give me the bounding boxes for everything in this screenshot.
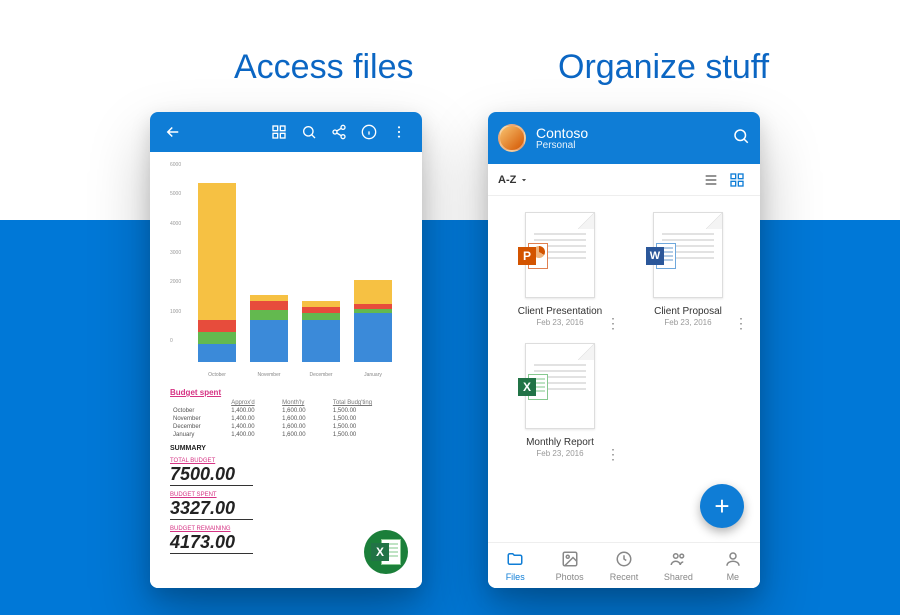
account-switcher[interactable]: Contoso Personal <box>536 126 732 151</box>
nav-label: Photos <box>556 572 584 582</box>
spreadsheet-preview[interactable]: 6000500040003000200010000 OctoberNovembe… <box>150 152 422 588</box>
info-icon[interactable] <box>354 117 384 147</box>
nav-me[interactable]: Me <box>706 543 760 588</box>
chart-bar <box>250 295 288 362</box>
nav-label: Shared <box>664 572 693 582</box>
excel-icon: X <box>371 537 401 567</box>
caption-organize-stuff: Organize stuff <box>558 48 769 87</box>
file-more-icon[interactable]: ⋮ <box>606 452 620 456</box>
share-icon[interactable] <box>324 117 354 147</box>
file-thumbnail: W <box>653 212 723 298</box>
budget-chart: 6000500040003000200010000 <box>170 162 408 362</box>
list-toolbar: A-Z <box>488 164 760 196</box>
chart-x-axis: OctoberNovemberDecemberJanuary <box>170 372 408 378</box>
summary-title: SUMMARY <box>170 445 408 452</box>
overflow-menu-icon[interactable] <box>384 117 414 147</box>
file-more-icon[interactable]: ⋮ <box>734 321 748 325</box>
nav-label: Recent <box>610 572 639 582</box>
table-row: October1,400.001,600.001,500.00 <box>170 407 408 415</box>
nav-shared[interactable]: Shared <box>651 543 705 588</box>
summary-value: 3327.00 <box>170 498 253 520</box>
account-type: Personal <box>536 140 732 151</box>
file-date: Feb 23, 2016 <box>536 318 583 327</box>
photo-icon <box>561 550 579 570</box>
avatar[interactable] <box>498 124 526 152</box>
table-row: January1,400.001,600.001,500.00 <box>170 431 408 439</box>
file-item[interactable]: P Client PresentationFeb 23, 2016 ⋮ <box>498 206 622 333</box>
background-band <box>0 220 900 615</box>
phone-file-preview: 6000500040003000200010000 OctoberNovembe… <box>150 112 422 588</box>
bottom-nav: Files Photos Recent Shared Me <box>488 542 760 588</box>
table-row: December1,400.001,600.001,500.00 <box>170 423 408 431</box>
file-date: Feb 23, 2016 <box>536 449 583 458</box>
file-thumbnail: X <box>525 343 595 429</box>
folder-icon <box>506 550 524 570</box>
nav-files[interactable]: Files <box>488 543 542 588</box>
add-button[interactable]: + <box>700 484 744 528</box>
file-item[interactable]: W Client ProposalFeb 23, 2016 ⋮ <box>626 206 750 333</box>
nav-recent[interactable]: Recent <box>597 543 651 588</box>
phone-files-list: Contoso Personal A-Z P Client Presentatio… <box>488 112 760 588</box>
nav-label: Me <box>727 572 740 582</box>
preview-toolbar <box>150 112 422 152</box>
grid-view-icon[interactable] <box>264 117 294 147</box>
chart-bar <box>198 183 236 362</box>
file-more-icon[interactable]: ⋮ <box>606 321 620 325</box>
powerpoint-icon: P <box>518 241 548 271</box>
grid-view-icon[interactable] <box>724 167 750 193</box>
people-icon <box>669 550 687 570</box>
chart-y-axis: 6000500040003000200010000 <box>170 162 181 344</box>
chart-bar <box>354 280 392 362</box>
open-in-excel-button[interactable]: X <box>364 530 408 574</box>
nav-label: Files <box>506 572 525 582</box>
file-item[interactable]: X Monthly ReportFeb 23, 2016 ⋮ <box>498 337 622 464</box>
chevron-down-icon <box>519 175 529 185</box>
clock-icon <box>615 550 633 570</box>
search-icon[interactable] <box>732 127 750 150</box>
budget-table: Approx'dMonth'lyTotal Budg'tingOctober1,… <box>170 399 408 439</box>
summary-value: 4173.00 <box>170 532 253 554</box>
file-name: Client Presentation <box>518 306 603 317</box>
file-name: Monthly Report <box>526 437 594 448</box>
nav-photos[interactable]: Photos <box>542 543 596 588</box>
sort-label: A-Z <box>498 174 516 186</box>
sort-button[interactable]: A-Z <box>498 174 529 186</box>
table-caption: Budget spent <box>170 388 408 397</box>
excel-icon: X <box>518 372 548 402</box>
table-row: November1,400.001,600.001,500.00 <box>170 415 408 423</box>
file-name: Client Proposal <box>654 306 722 317</box>
file-thumbnail: P <box>525 212 595 298</box>
account-header: Contoso Personal <box>488 112 760 164</box>
account-name: Contoso <box>536 126 732 140</box>
chart-bar <box>302 301 340 362</box>
word-icon: W <box>646 241 676 271</box>
back-button[interactable] <box>158 117 188 147</box>
person-icon <box>724 550 742 570</box>
summary-value: 7500.00 <box>170 464 253 486</box>
file-date: Feb 23, 2016 <box>664 318 711 327</box>
caption-access-files: Access files <box>234 48 414 87</box>
list-view-icon[interactable] <box>698 167 724 193</box>
search-icon[interactable] <box>294 117 324 147</box>
